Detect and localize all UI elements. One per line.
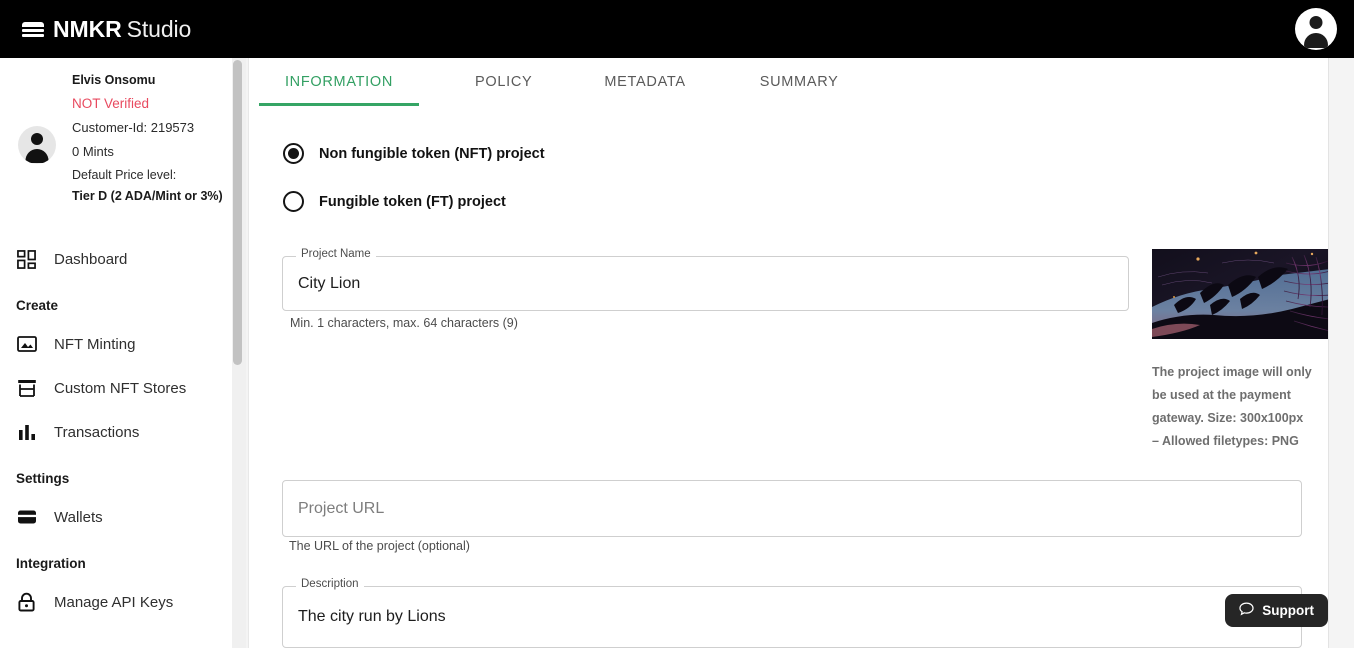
stacked-bars-icon [22, 20, 44, 38]
dashboard-grid-icon [16, 249, 37, 270]
right-gutter [1330, 58, 1354, 648]
tab-policy[interactable]: POLICY [469, 58, 538, 106]
sidebar-group-integration: Integration [0, 556, 232, 571]
user-avatar-icon[interactable] [1295, 8, 1337, 50]
app-logo[interactable]: NMKRStudio [22, 18, 191, 41]
customer-id: Customer-Id: 219573 [72, 121, 232, 134]
support-button-label: Support [1262, 603, 1314, 618]
radio-checked-icon [283, 143, 304, 164]
app-root: NMKRStudio Elvis Onsomu NOT Verified Cus… [0, 0, 1354, 648]
tab-bar: INFORMATION POLICY METADATA SUMMARY [249, 58, 1329, 106]
project-url-field[interactable]: Project URL [282, 480, 1302, 537]
sidebar-group-settings: Settings [0, 471, 232, 486]
radio-label: Fungible token (FT) project [319, 194, 506, 210]
store-icon [16, 378, 37, 399]
sidebar-item-transactions[interactable]: Transactions [0, 415, 232, 449]
logo-text: NMKRStudio [53, 18, 191, 41]
main-content-panel: INFORMATION POLICY METADATA SUMMARY Non … [248, 58, 1329, 648]
description-field[interactable]: Description The city run by Lions [282, 586, 1302, 648]
sidebar-nav: Dashboard Create NFT Minting [0, 242, 232, 619]
sidebar-item-label: Custom NFT Stores [54, 380, 186, 397]
lock-icon [16, 592, 37, 613]
project-url-placeholder: Project URL [298, 500, 384, 518]
sidebar-item-label: NFT Minting [54, 336, 135, 353]
tab-metadata[interactable]: METADATA [598, 58, 691, 106]
sidebar-item-custom-nft-stores[interactable]: Custom NFT Stores [0, 371, 232, 405]
project-url-helper: The URL of the project (optional) [289, 539, 470, 553]
description-legend: Description [296, 579, 364, 591]
sidebar-scrollbar-thumb[interactable] [233, 60, 242, 365]
radio-unchecked-icon [283, 191, 304, 212]
project-name-helper: Min. 1 characters, max. 64 characters (9… [290, 316, 518, 330]
radio-ft-project[interactable]: Fungible token (FT) project [283, 191, 506, 212]
sidebar-item-label: Wallets [54, 509, 103, 526]
support-button[interactable]: Support [1225, 594, 1328, 627]
sidebar-item-dashboard[interactable]: Dashboard [0, 242, 232, 276]
sidebar-group-create: Create [0, 298, 232, 313]
project-image-note: The project image will only be used at t… [1152, 361, 1312, 453]
logo-brand: NMKR [53, 16, 122, 42]
radio-label: Non fungible token (NFT) project [319, 146, 545, 162]
description-value: The city run by Lions [298, 608, 446, 626]
project-name-value: City Lion [298, 275, 360, 293]
sidebar-item-nft-minting[interactable]: NFT Minting [0, 327, 232, 361]
chat-bubble-icon [1239, 602, 1254, 619]
wallet-icon [16, 507, 37, 528]
sidebar-item-label: Dashboard [54, 251, 127, 268]
sidebar: Elvis Onsomu NOT Verified Customer-Id: 2… [0, 58, 232, 648]
sidebar-item-label: Manage API Keys [54, 594, 173, 611]
price-level-label: Default Price level: [72, 169, 232, 182]
project-name-legend: Project Name [296, 249, 376, 261]
image-icon [16, 334, 37, 355]
sidebar-item-manage-api-keys[interactable]: Manage API Keys [0, 585, 232, 619]
sidebar-item-wallets[interactable]: Wallets [0, 500, 232, 534]
tab-summary[interactable]: SUMMARY [754, 58, 845, 106]
project-name-field[interactable]: Project Name City Lion [282, 256, 1129, 311]
top-bar: NMKRStudio [0, 0, 1354, 58]
user-name: Elvis Onsomu [72, 74, 232, 87]
avatar [18, 126, 56, 164]
sidebar-user-block: Elvis Onsomu NOT Verified Customer-Id: 2… [0, 58, 232, 218]
price-level-value: Tier D (2 ADA/Mint or 3%) [72, 190, 232, 203]
verification-status: NOT Verified [72, 97, 232, 111]
sidebar-item-label: Transactions [54, 424, 139, 441]
radio-nft-project[interactable]: Non fungible token (NFT) project [283, 143, 545, 164]
logo-suffix: Studio [127, 16, 192, 42]
project-image[interactable] [1152, 249, 1329, 339]
bar-chart-icon [16, 422, 37, 443]
mint-count: 0 Mints [72, 145, 232, 158]
tab-information[interactable]: INFORMATION [259, 58, 419, 106]
